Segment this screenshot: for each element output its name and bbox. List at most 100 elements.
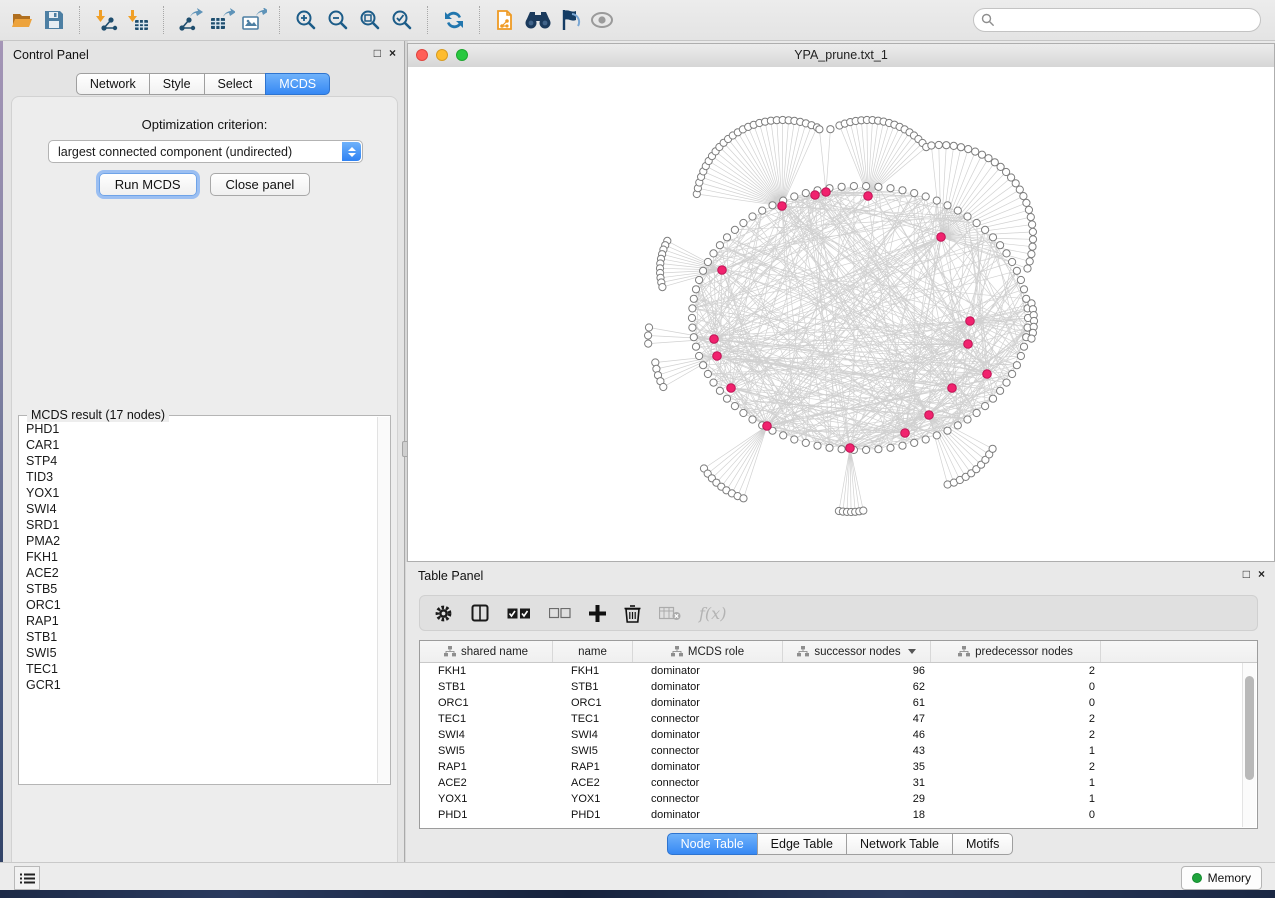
table-row[interactable]: SWI4SWI4dominator462: [420, 727, 1257, 743]
mcds-result-item[interactable]: STP4: [26, 453, 377, 469]
table-row[interactable]: ACE2ACE2connector311: [420, 775, 1257, 791]
deselect-all-button[interactable]: [549, 608, 571, 619]
cell-name[interactable]: ACE2: [553, 777, 633, 789]
close-panel-icon[interactable]: ×: [1258, 568, 1265, 580]
float-panel-icon[interactable]: □: [1243, 568, 1250, 580]
mcds-result-item[interactable]: STB1: [26, 629, 377, 645]
mcds-result-item[interactable]: TID3: [26, 469, 377, 485]
cell-shared-name[interactable]: ACE2: [420, 777, 553, 789]
cell-MCDS-role[interactable]: dominator: [633, 761, 783, 773]
cell-successor-nodes[interactable]: 96: [783, 665, 931, 677]
mcds-result-item[interactable]: ORC1: [26, 597, 377, 613]
cell-name[interactable]: PHD1: [553, 809, 633, 821]
cell-predecessor-nodes[interactable]: 0: [931, 681, 1101, 693]
cell-name[interactable]: YOX1: [553, 793, 633, 805]
add-row-button[interactable]: [589, 605, 606, 622]
mcds-result-item[interactable]: ACE2: [26, 565, 377, 581]
select-all-button[interactable]: [507, 607, 531, 620]
column-header-shared-name[interactable]: shared name: [420, 641, 553, 662]
mcds-result-scrollbar[interactable]: [377, 417, 390, 783]
table-row[interactable]: ORC1ORC1dominator610: [420, 695, 1257, 711]
column-header-successor-nodes[interactable]: successor nodes: [783, 641, 931, 662]
mcds-result-item[interactable]: GCR1: [26, 677, 377, 693]
cell-MCDS-role[interactable]: connector: [633, 777, 783, 789]
cell-predecessor-nodes[interactable]: 2: [931, 729, 1101, 741]
cell-successor-nodes[interactable]: 43: [783, 745, 931, 757]
tab-select[interactable]: Select: [204, 73, 267, 95]
tab-motifs[interactable]: Motifs: [952, 833, 1013, 855]
share-document-button[interactable]: [490, 4, 522, 36]
mcds-result-list[interactable]: PHD1CAR1STP4TID3YOX1SWI4SRD1PMA2FKH1ACE2…: [19, 421, 377, 782]
mcds-result-item[interactable]: SRD1: [26, 517, 377, 533]
network-canvas[interactable]: [408, 67, 1274, 561]
cell-shared-name[interactable]: SWI5: [420, 745, 553, 757]
cell-shared-name[interactable]: PHD1: [420, 809, 553, 821]
table-row[interactable]: STB1STB1dominator620: [420, 679, 1257, 695]
table-row[interactable]: TEC1TEC1connector472: [420, 711, 1257, 727]
cell-predecessor-nodes[interactable]: 1: [931, 777, 1101, 789]
cell-shared-name[interactable]: YOX1: [420, 793, 553, 805]
save-session-button[interactable]: [38, 4, 70, 36]
tab-mcds[interactable]: MCDS: [265, 73, 330, 95]
table-row[interactable]: PHD1PHD1dominator180: [420, 807, 1257, 823]
cell-predecessor-nodes[interactable]: 1: [931, 793, 1101, 805]
node-table[interactable]: shared namenameMCDS rolesuccessor nodesp…: [419, 640, 1258, 829]
show-graphics-details-button[interactable]: [586, 4, 618, 36]
mcds-result-item[interactable]: CAR1: [26, 437, 377, 453]
cell-MCDS-role[interactable]: connector: [633, 793, 783, 805]
cell-MCDS-role[interactable]: dominator: [633, 665, 783, 677]
cell-name[interactable]: SWI4: [553, 729, 633, 741]
cell-successor-nodes[interactable]: 62: [783, 681, 931, 693]
split-panel-button[interactable]: [471, 604, 489, 622]
minimize-window-icon[interactable]: [436, 49, 448, 61]
tab-network[interactable]: Network: [76, 73, 150, 95]
cell-predecessor-nodes[interactable]: 0: [931, 697, 1101, 709]
cell-name[interactable]: STB1: [553, 681, 633, 693]
delete-table-button[interactable]: [659, 606, 681, 621]
search-network-button[interactable]: [522, 4, 554, 36]
cell-predecessor-nodes[interactable]: 2: [931, 713, 1101, 725]
cell-name[interactable]: TEC1: [553, 713, 633, 725]
cell-name[interactable]: FKH1: [553, 665, 633, 677]
close-panel-icon[interactable]: ×: [389, 47, 396, 59]
run-mcds-button[interactable]: Run MCDS: [99, 173, 197, 196]
table-row[interactable]: YOX1YOX1connector291: [420, 791, 1257, 807]
cell-shared-name[interactable]: SWI4: [420, 729, 553, 741]
mcds-result-item[interactable]: STB5: [26, 581, 377, 597]
export-network-button[interactable]: [174, 4, 206, 36]
zoom-in-button[interactable]: [290, 4, 322, 36]
table-scrollbar-thumb[interactable]: [1245, 676, 1254, 780]
function-builder-button[interactable]: f(x): [699, 604, 726, 623]
export-image-button[interactable]: [238, 4, 270, 36]
cell-shared-name[interactable]: STB1: [420, 681, 553, 693]
cell-shared-name[interactable]: FKH1: [420, 665, 553, 677]
table-row[interactable]: RAP1RAP1dominator352: [420, 759, 1257, 775]
tab-style[interactable]: Style: [149, 73, 205, 95]
column-header-name[interactable]: name: [553, 641, 633, 662]
column-settings-button[interactable]: [434, 604, 453, 623]
show-panels-button[interactable]: [14, 866, 40, 890]
close-panel-button[interactable]: Close panel: [210, 173, 311, 196]
column-header-predecessor-nodes[interactable]: predecessor nodes: [931, 641, 1101, 662]
cell-predecessor-nodes[interactable]: 0: [931, 809, 1101, 821]
network-window-titlebar[interactable]: YPA_prune.txt_1: [408, 44, 1274, 68]
table-scrollbar[interactable]: [1242, 663, 1256, 827]
cell-successor-nodes[interactable]: 46: [783, 729, 931, 741]
cell-predecessor-nodes[interactable]: 2: [931, 761, 1101, 773]
cell-shared-name[interactable]: ORC1: [420, 697, 553, 709]
cell-name[interactable]: ORC1: [553, 697, 633, 709]
table-row[interactable]: FKH1FKH1dominator962: [420, 663, 1257, 679]
cell-successor-nodes[interactable]: 47: [783, 713, 931, 725]
tab-edge-table[interactable]: Edge Table: [757, 833, 847, 855]
mcds-result-item[interactable]: SWI4: [26, 501, 377, 517]
network-graph[interactable]: [408, 67, 1274, 561]
zoom-selected-button[interactable]: [386, 4, 418, 36]
search-input[interactable]: [973, 8, 1261, 32]
cell-successor-nodes[interactable]: 61: [783, 697, 931, 709]
cell-MCDS-role[interactable]: dominator: [633, 809, 783, 821]
cell-successor-nodes[interactable]: 29: [783, 793, 931, 805]
mcds-result-item[interactable]: RAP1: [26, 613, 377, 629]
cell-MCDS-role[interactable]: dominator: [633, 729, 783, 741]
cell-shared-name[interactable]: TEC1: [420, 713, 553, 725]
cell-MCDS-role[interactable]: dominator: [633, 697, 783, 709]
